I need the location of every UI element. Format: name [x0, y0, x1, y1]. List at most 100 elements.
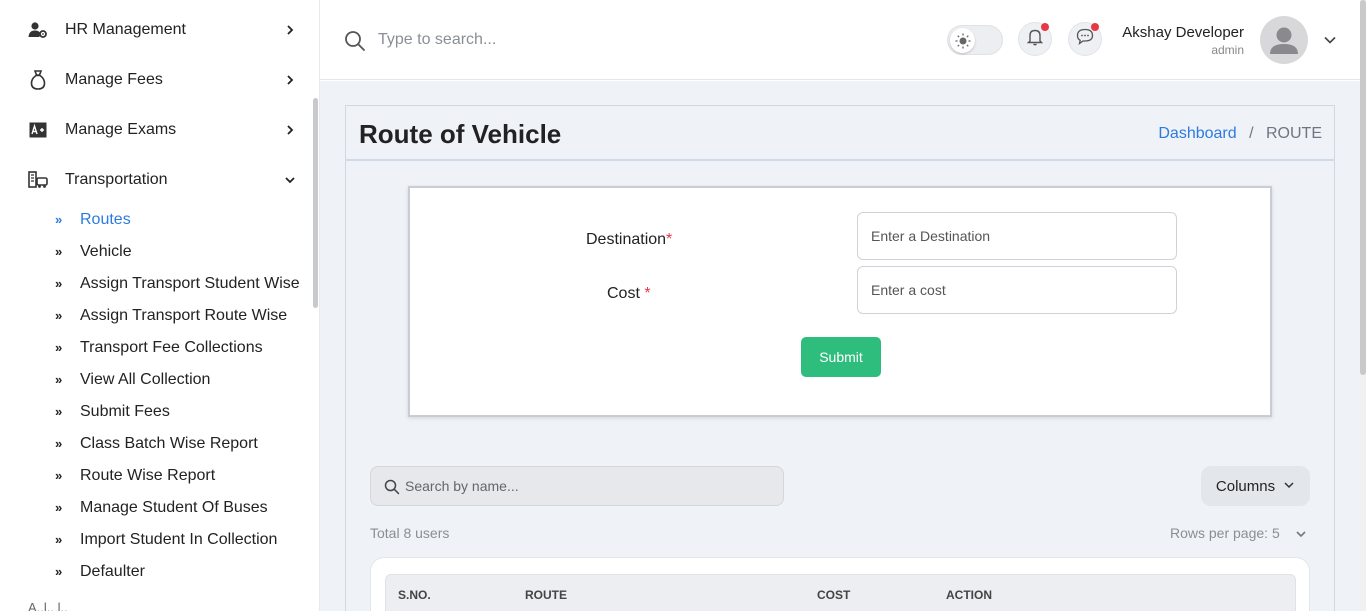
breadcrumb-separator: / — [1249, 125, 1254, 142]
search-icon — [344, 30, 366, 52]
theme-toggle[interactable] — [947, 25, 1003, 55]
breadcrumb: Dashboard / ROUTE — [1158, 125, 1322, 143]
required-mark: * — [644, 285, 651, 302]
sidebar-subitem-route-wise-report[interactable]: » Route Wise Report — [0, 462, 310, 490]
sidebar-subitem-label: Route Wise Report — [80, 467, 216, 484]
chat-bubble-icon — [1076, 28, 1094, 50]
route-form-card: Destination* Cost * Submit — [408, 186, 1272, 417]
sidebar-subitem-label: Assign Transport Student Wise — [80, 275, 300, 292]
user-name: Akshay Developer — [1122, 24, 1244, 41]
submit-button[interactable]: Submit — [801, 337, 881, 377]
sidebar-subitem-label: Routes — [80, 211, 131, 228]
chevron-down-icon[interactable] — [1295, 527, 1307, 539]
sidebar-subitem-label: Class Batch Wise Report — [80, 435, 258, 452]
double-chevron-right-icon: » — [55, 308, 63, 323]
double-chevron-right-icon: » — [55, 244, 63, 259]
money-bag-icon — [28, 70, 48, 90]
notifications-button[interactable] — [1018, 22, 1052, 56]
sidebar-item-manage-exams[interactable]: Manage Exams — [0, 110, 310, 150]
double-chevron-right-icon: » — [55, 468, 63, 483]
chevron-right-icon — [284, 124, 296, 136]
double-chevron-right-icon: » — [55, 212, 63, 227]
notification-dot — [1041, 23, 1049, 31]
sidebar-item-hr-management[interactable]: HR Management — [0, 10, 310, 50]
bus-building-icon — [28, 170, 48, 190]
chevron-right-icon — [284, 24, 296, 36]
sidebar-subitem-class-batch-wise-report[interactable]: » Class Batch Wise Report — [0, 430, 310, 458]
page-header: Route of Vehicle Dashboard / ROUTE — [345, 105, 1335, 161]
table-search-box[interactable] — [370, 466, 784, 506]
sidebar-subitem-vehicle[interactable]: » Vehicle — [0, 238, 310, 266]
sidebar-subitem-label: Manage Student Of Buses — [80, 499, 268, 516]
global-search-input[interactable] — [378, 24, 778, 56]
sidebar-subitem-view-all-collection[interactable]: » View All Collection — [0, 366, 310, 394]
sidebar-subitem-label: Defaulter — [80, 563, 145, 580]
user-gear-icon — [28, 20, 48, 40]
sidebar-subitem-manage-student-of-buses[interactable]: » Manage Student Of Buses — [0, 494, 310, 522]
chevron-down-icon — [1283, 478, 1295, 495]
sidebar-subitem-assign-transport-student-wise[interactable]: » Assign Transport Student Wise — [0, 270, 310, 298]
bell-icon — [1026, 28, 1044, 51]
column-header-route[interactable]: ROUTE — [525, 588, 567, 602]
sidebar-item-transportation[interactable]: Transportation — [0, 160, 310, 200]
total-users-count: Total 8 users — [370, 525, 450, 541]
cost-field[interactable] — [857, 266, 1177, 314]
sidebar-item-label: Manage Exams — [65, 121, 177, 138]
sidebar-subitem-label: Assign Transport Route Wise — [80, 307, 288, 324]
sidebar-subitem-label: Submit Fees — [80, 403, 170, 420]
sidebar-subitem-label: View All Collection — [80, 371, 211, 388]
destination-label: Destination* — [586, 231, 673, 248]
column-header-action[interactable]: ACTION — [946, 588, 992, 602]
message-dot — [1091, 23, 1099, 31]
routes-table: S.NO. ROUTE COST ACTION — [370, 557, 1310, 611]
sidebar-subitem-submit-fees[interactable]: » Submit Fees — [0, 398, 310, 426]
double-chevron-right-icon: » — [55, 436, 63, 451]
destination-field[interactable] — [857, 212, 1177, 260]
sidebar-subitem-assign-transport-route-wise[interactable]: » Assign Transport Route Wise — [0, 302, 310, 330]
main-content: Route of Vehicle Dashboard / ROUTE Desti… — [320, 81, 1360, 611]
column-header-sno[interactable]: S.NO. — [398, 588, 431, 602]
columns-button-label: Columns — [1215, 477, 1276, 495]
sidebar-subitem-transport-fee-collections[interactable]: » Transport Fee Collections — [0, 334, 310, 362]
chevron-down-icon — [284, 174, 296, 186]
sidebar-item-label: HR Management — [65, 21, 186, 38]
required-mark: * — [666, 231, 673, 248]
page-scrollbar-thumb[interactable] — [1360, 0, 1366, 375]
page-scrollbar[interactable] — [1360, 0, 1366, 611]
sidebar-item-label: Transportation — [65, 171, 168, 188]
search-icon — [384, 479, 400, 495]
table-header-row: S.NO. ROUTE COST ACTION — [385, 574, 1296, 611]
sun-icon — [950, 28, 975, 53]
double-chevron-right-icon: » — [55, 532, 63, 547]
double-chevron-right-icon: » — [55, 564, 63, 579]
double-chevron-right-icon: » — [55, 276, 63, 291]
sidebar-subitem-defaulter[interactable]: » Defaulter — [0, 558, 310, 586]
sidebar: HR Management Manage Fees Manage Exams T… — [0, 0, 320, 611]
sidebar-item-cutoff: A..l.. l.. — [28, 600, 68, 611]
chevron-down-icon[interactable] — [1323, 33, 1337, 47]
double-chevron-right-icon: » — [55, 372, 63, 387]
avatar[interactable] — [1260, 16, 1308, 64]
column-header-cost[interactable]: COST — [817, 588, 850, 602]
sidebar-subitem-label: Transport Fee Collections — [80, 339, 263, 356]
sidebar-scrollbar[interactable] — [313, 98, 318, 308]
user-role: admin — [1211, 43, 1244, 57]
top-bar: Akshay Developer admin — [320, 0, 1360, 80]
table-search-input[interactable] — [405, 467, 775, 505]
exam-board-icon — [28, 120, 48, 140]
breadcrumb-dashboard-link[interactable]: Dashboard — [1158, 125, 1236, 142]
sidebar-item-manage-fees[interactable]: Manage Fees — [0, 60, 310, 100]
sidebar-subitem-routes[interactable]: » Routes — [0, 206, 310, 234]
sidebar-item-label: Manage Fees — [65, 71, 163, 88]
page-title: Route of Vehicle — [359, 119, 562, 149]
sidebar-subitem-import-student-in-collection[interactable]: » Import Student In Collection — [0, 526, 310, 554]
double-chevron-right-icon: » — [55, 340, 63, 355]
double-chevron-right-icon: » — [55, 404, 63, 419]
columns-button[interactable]: Columns — [1201, 466, 1310, 506]
cost-label: Cost * — [607, 285, 651, 302]
sidebar-subitem-label: Vehicle — [80, 243, 132, 260]
breadcrumb-current: ROUTE — [1266, 125, 1322, 142]
rows-per-page-label: Rows per page: 5 — [1170, 525, 1280, 541]
double-chevron-right-icon: » — [55, 500, 63, 515]
messages-button[interactable] — [1068, 22, 1102, 56]
